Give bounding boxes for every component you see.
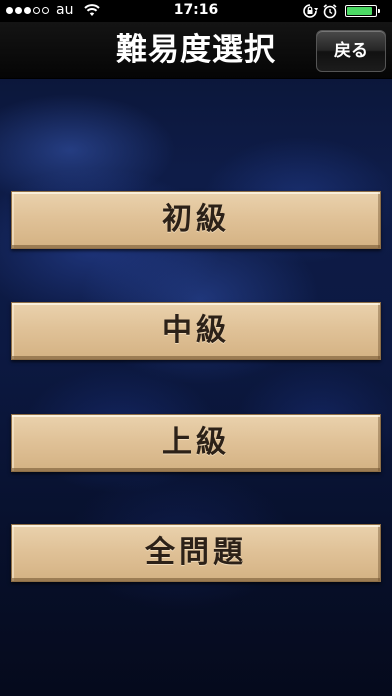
- all-questions-button[interactable]: 全問題: [11, 524, 381, 582]
- status-bar: au 17:16: [0, 0, 392, 22]
- back-button[interactable]: 戻る: [316, 30, 386, 72]
- battery-icon: [345, 5, 380, 17]
- beginner-level-button[interactable]: 初級: [11, 191, 381, 249]
- rotation-lock-icon: [302, 3, 318, 23]
- intermediate-level-button[interactable]: 中級: [11, 302, 381, 360]
- alarm-icon: [322, 3, 338, 23]
- app-screen: au 17:16 難易度選択 戻る 初級 中級 上級 全問題: [0, 0, 392, 696]
- battery-tip: [378, 9, 380, 13]
- battery-fill: [347, 7, 372, 15]
- navigation-bar: 難易度選択 戻る: [0, 22, 392, 79]
- advanced-level-button[interactable]: 上級: [11, 414, 381, 472]
